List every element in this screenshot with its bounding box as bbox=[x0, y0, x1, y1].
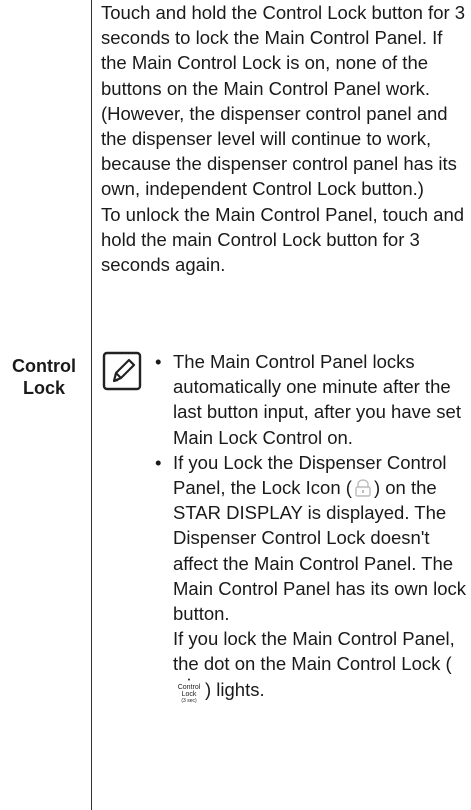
note-list: • The Main Control Panel locks automatic… bbox=[155, 349, 467, 704]
cl-dot: • bbox=[187, 676, 191, 684]
term-label: Control Lock bbox=[0, 355, 88, 399]
description-para-3: To unlock the Main Control Panel, touch … bbox=[101, 203, 465, 276]
bullet-dot-icon: • bbox=[155, 451, 162, 473]
note-item-1: • The Main Control Panel locks automatic… bbox=[155, 349, 467, 450]
cl-line2: Lock bbox=[181, 690, 197, 698]
note-item-2-text-b: ) on the STAR DISPLAY is displayed. The … bbox=[173, 477, 467, 625]
note-item-2: • If you Lock the Dispenser Control Pane… bbox=[155, 450, 467, 704]
control-lock-button-icon: • Control Lock (3 sec) bbox=[173, 676, 205, 704]
bullet-dot-icon: • bbox=[155, 351, 162, 372]
column-divider bbox=[91, 0, 92, 810]
lock-icon bbox=[355, 479, 371, 497]
cl-line3: (3 sec) bbox=[181, 697, 197, 704]
note-pencil-icon bbox=[102, 351, 142, 391]
cl-line1: Control bbox=[177, 683, 201, 691]
note-item-2-text-d: ) lights. bbox=[205, 678, 265, 700]
note-item-2-text-c: If you lock the Main Control Panel, the … bbox=[173, 628, 455, 675]
description: Touch and hold the Control Lock button f… bbox=[101, 0, 467, 277]
description-para-2: (However, the dispenser control panel an… bbox=[101, 102, 457, 200]
term-label-line1: Control bbox=[12, 356, 76, 376]
description-para-1: Touch and hold the Control Lock button f… bbox=[101, 2, 466, 99]
term-label-line2: Lock bbox=[22, 378, 65, 398]
note-item-1-text: The Main Control Panel locks automatical… bbox=[173, 351, 461, 448]
